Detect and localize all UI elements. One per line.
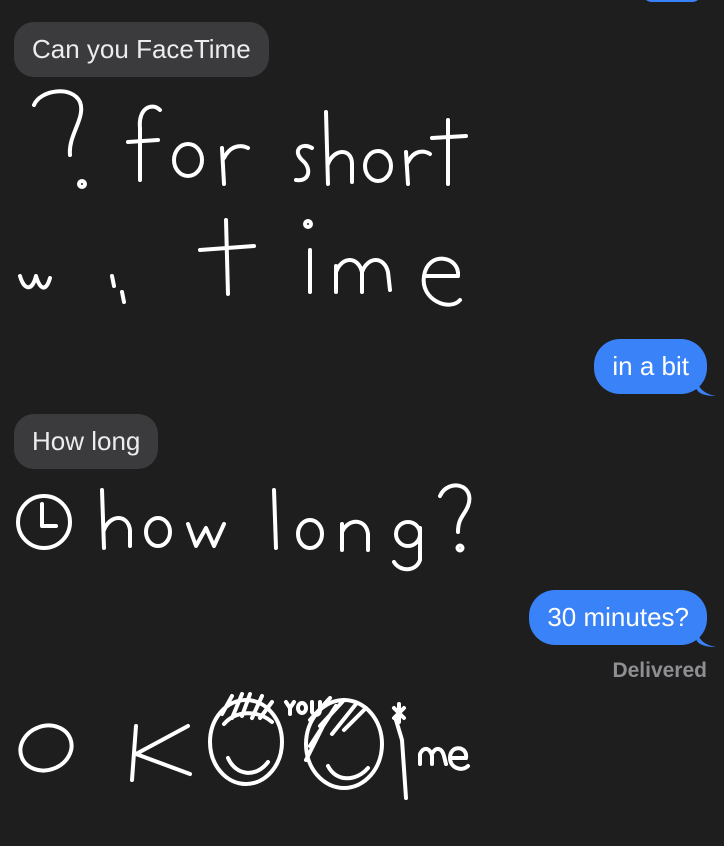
message-bubble-outgoing[interactable]: in a bit (594, 339, 716, 396)
message-bubble-outgoing[interactable]: 30 minutes? (529, 590, 716, 647)
message-text: How long (32, 426, 141, 456)
message-transcript: Can you FaceTime in a bit How long 30 mi… (0, 0, 724, 846)
handwritten-message[interactable] (10, 690, 480, 820)
message-text: 30 minutes? (547, 602, 689, 632)
message-bubble-incoming[interactable]: How long (14, 414, 159, 469)
bubble-tail-icon (696, 629, 716, 647)
delivery-status: Delivered (612, 659, 707, 682)
bubble-tail-icon (696, 378, 716, 396)
message-text: in a bit (612, 351, 689, 381)
message-bubble-outgoing-partial[interactable] (642, 0, 702, 2)
handwritten-message[interactable] (10, 80, 480, 320)
handwritten-message[interactable] (10, 472, 480, 582)
message-bubble-incoming[interactable]: Can you FaceTime (14, 22, 269, 77)
message-text: Can you FaceTime (32, 34, 251, 64)
